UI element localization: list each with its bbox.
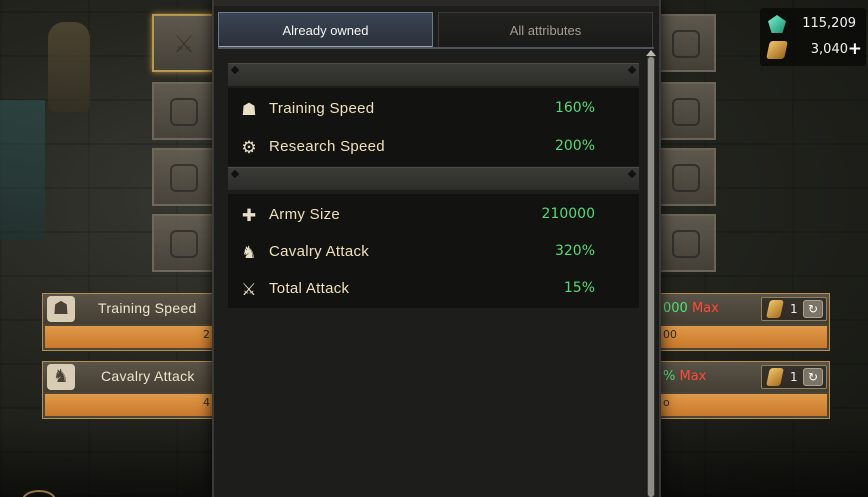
- attribute-row: ⚔ Total Attack 15%: [228, 271, 639, 308]
- slot-greaves[interactable]: [152, 214, 214, 272]
- tab-underline: [218, 47, 654, 49]
- bg-row-label: Training Speed: [98, 300, 197, 316]
- horse-icon: [672, 98, 700, 126]
- bg-row-left-value: 4: [203, 396, 210, 409]
- coin-quantity: 1: [790, 302, 798, 316]
- crossed-swords-icon: ⚔: [173, 30, 195, 58]
- tab-already-owned[interactable]: Already owned: [218, 12, 433, 48]
- horn-icon: [672, 30, 700, 58]
- gold-coin-icon: [766, 300, 784, 318]
- armor-icon: [170, 164, 198, 192]
- upgrade-coin-box[interactable]: 1 ↻: [761, 365, 827, 389]
- slot-swords[interactable]: ⚔: [152, 14, 214, 72]
- gems-amount: 115,209: [802, 16, 856, 31]
- attribute-name: Cavalry Attack: [269, 243, 370, 260]
- attribute-name: Army Size: [269, 206, 341, 223]
- gold-amount: 3,040: [810, 42, 848, 57]
- bg-row-max: % Max: [663, 369, 706, 384]
- research-icon: ⚙: [241, 138, 257, 158]
- attribute-value: 320%: [554, 243, 595, 259]
- max-number: 000: [663, 301, 688, 316]
- coin-quantity: 1: [790, 370, 798, 384]
- max-label: Max: [691, 301, 719, 316]
- attribute-value: 210000: [541, 206, 595, 222]
- helmet-icon: [170, 98, 198, 126]
- bg-row-bar-value: o: [663, 396, 670, 409]
- lantern-decoration: [48, 22, 90, 112]
- helmet-icon: ☗: [241, 100, 257, 120]
- tab-all-attributes[interactable]: All attributes: [438, 12, 653, 48]
- gold-row: 3,040 +: [766, 39, 862, 63]
- refresh-icon[interactable]: ↻: [803, 368, 823, 386]
- slot-right-2[interactable]: [654, 82, 716, 140]
- attribute-name: Total Attack: [269, 280, 350, 297]
- gem-icon: [768, 15, 786, 33]
- max-label: Max: [679, 369, 707, 384]
- attribute-row: ♞ Cavalry Attack 320%: [228, 234, 639, 271]
- greaves-icon: [170, 230, 198, 258]
- horse-icon: ♞: [47, 364, 75, 390]
- scrollbar-thumb[interactable]: [648, 57, 654, 497]
- modal-top-strip: [214, 0, 659, 6]
- attribute-value: 200%: [554, 138, 595, 154]
- shield-cross-icon: ✚: [241, 206, 257, 226]
- slot-right-1[interactable]: [654, 14, 716, 72]
- attribute-name: Training Speed: [269, 100, 375, 117]
- slot-right-3[interactable]: [654, 148, 716, 206]
- helmet-icon: ☗: [47, 296, 75, 322]
- attributes-modal: Already owned All attributes ☗ Training …: [212, 0, 661, 497]
- section-body-speed: ☗ Training Speed 160% ⚙ Research Speed 2…: [228, 88, 639, 166]
- horse-icon: [672, 230, 700, 258]
- section-header-speed: [228, 63, 639, 87]
- refresh-icon[interactable]: ↻: [803, 300, 823, 318]
- crossed-swords-icon: ⚔: [241, 280, 257, 300]
- section-body-army: ✚ Army Size 210000 ♞ Cavalry Attack 320%…: [228, 194, 639, 308]
- add-gold-button[interactable]: +: [848, 39, 862, 59]
- attribute-row: ✚ Army Size 210000: [228, 197, 639, 234]
- max-number: %: [663, 369, 676, 384]
- slot-armor[interactable]: [152, 148, 214, 206]
- section-header-army: [228, 167, 639, 191]
- bg-row-max: 000 Max: [663, 301, 719, 316]
- bg-row-label: Cavalry Attack: [101, 368, 195, 384]
- attribute-row: ⚙ Research Speed 200%: [228, 129, 639, 166]
- banner-decoration: [0, 100, 45, 240]
- slot-right-4[interactable]: [654, 214, 716, 272]
- attribute-value: 15%: [563, 280, 595, 296]
- scroll-up-arrow-icon[interactable]: [646, 50, 656, 56]
- attribute-value: 160%: [554, 100, 595, 116]
- upgrade-coin-box[interactable]: 1 ↻: [761, 297, 827, 321]
- horse-icon: [672, 164, 700, 192]
- gems-row: 115,209: [766, 13, 862, 37]
- horse-icon: ♞: [241, 243, 257, 263]
- bg-row-bar-value: 00: [663, 328, 677, 341]
- gold-icon: [766, 41, 788, 59]
- currency-panel: 115,209 3,040 +: [760, 8, 866, 66]
- slot-helmet[interactable]: [152, 82, 214, 140]
- gold-coin-icon: [766, 368, 784, 386]
- attribute-name: Research Speed: [269, 138, 385, 155]
- attribute-row: ☗ Training Speed 160%: [228, 91, 639, 128]
- bg-row-left-value: 2: [203, 328, 210, 341]
